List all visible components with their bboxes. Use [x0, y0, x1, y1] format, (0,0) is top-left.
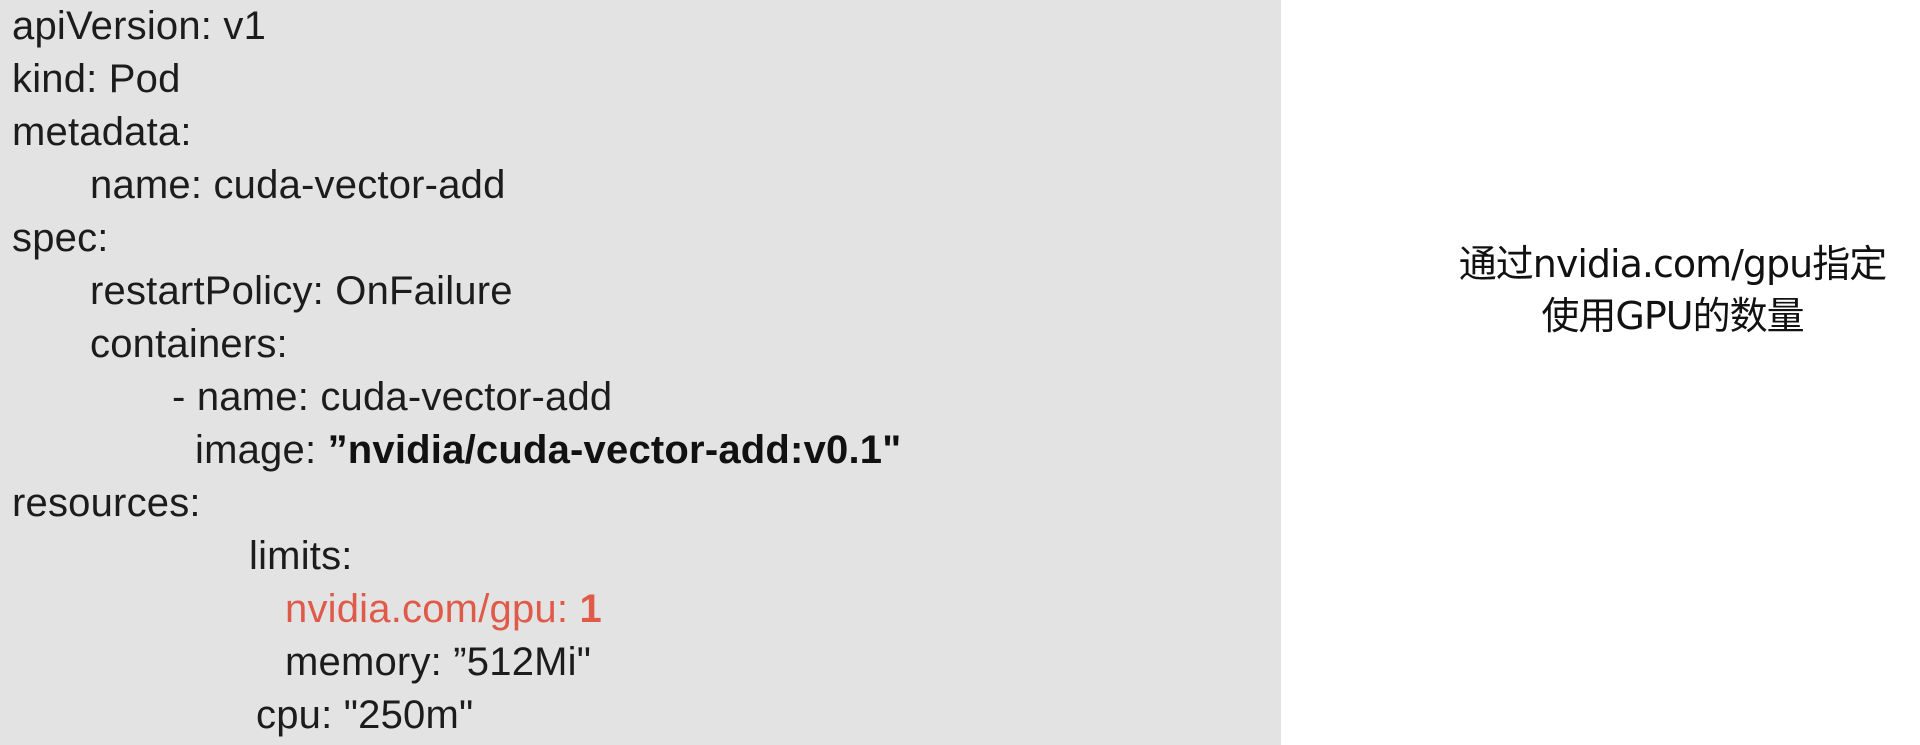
code-line-metadata-name: name: cuda-vector-add: [90, 163, 506, 207]
image-value: ”nvidia/cuda-vector-add:v0.1": [327, 428, 902, 472]
code-line-image: image: ”nvidia/cuda-vector-add:v0.1": [195, 424, 901, 477]
image-key: image:: [195, 428, 328, 472]
gpu-limit-value: 1: [579, 587, 602, 631]
code-line-memory: memory: ”512Mi": [285, 640, 592, 684]
annotation-line-1: 通过nvidia.com/gpu指定: [1458, 242, 1887, 286]
code-line-restart-policy: restartPolicy: OnFailure: [90, 269, 513, 313]
code-line-limits: limits:: [249, 534, 353, 578]
code-line-kind: kind: Pod: [12, 57, 181, 101]
code-line-apiversion: apiVersion: v1: [12, 4, 267, 48]
code-line-resources: resources:: [12, 481, 201, 525]
code-line-cpu: cpu: "250m": [256, 693, 474, 737]
code-line-metadata: metadata:: [12, 110, 192, 154]
code-line-container-name: - name: cuda-vector-add: [172, 375, 613, 419]
annotation-line-2: 使用GPU的数量: [1541, 294, 1804, 338]
yaml-code-panel: apiVersion: v1 kind: Pod metadata: name:…: [0, 0, 1281, 745]
code-line-containers: containers:: [90, 322, 288, 366]
gpu-limit-key: nvidia.com/gpu:: [285, 587, 580, 631]
code-line-gpu-limit: nvidia.com/gpu: 1: [285, 583, 602, 636]
code-line-spec: spec:: [12, 216, 109, 260]
annotation-note: 通过nvidia.com/gpu指定 使用GPU的数量: [1425, 238, 1920, 342]
